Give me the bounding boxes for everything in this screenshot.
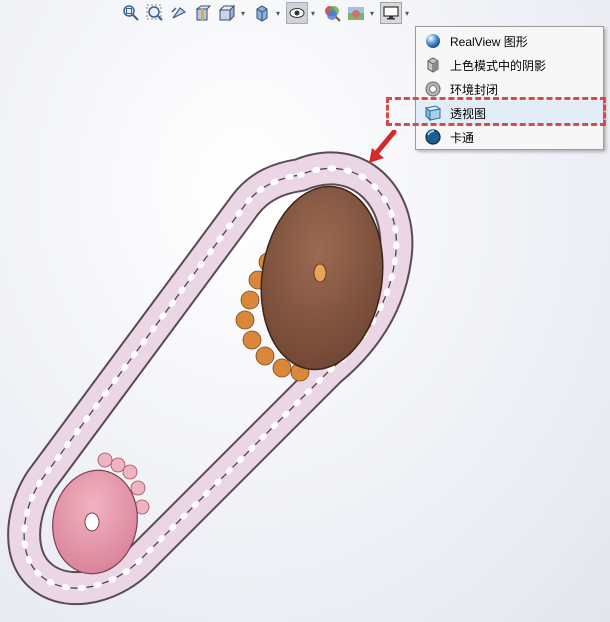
hide-show-dropdown-arrow[interactable]: ▾ (310, 9, 316, 18)
large-sprocket-hub (313, 263, 327, 283)
heads-up-view-toolbar: ▾ ▾ ▾ ▾ ▾ (120, 0, 460, 26)
apply-scene-icon (348, 7, 364, 20)
zoom-to-fit-icon (123, 5, 139, 21)
section-view-icon (195, 5, 212, 21)
small-sprocket-hub (84, 512, 100, 532)
ambient-occlusion-icon (424, 80, 442, 98)
section-view-button[interactable] (192, 2, 214, 24)
display-style-icon (256, 5, 268, 22)
display-style-button[interactable] (251, 2, 273, 24)
zoom-to-area-icon (146, 4, 163, 21)
perspective-highlight-box (386, 97, 606, 126)
edit-appearance-button[interactable] (321, 2, 343, 24)
apply-scene-button[interactable] (345, 2, 367, 24)
previous-view-button[interactable] (168, 2, 190, 24)
shadow-cube-icon (424, 56, 442, 74)
view-orientation-button[interactable] (216, 2, 238, 24)
previous-view-icon (171, 7, 187, 19)
display-style-dropdown-arrow[interactable]: ▾ (275, 9, 281, 18)
menu-item-label: 上色模式中的阴影 (450, 58, 547, 73)
menu-item-label: 卡通 (450, 130, 475, 145)
menu-item-realview[interactable]: RealView 图形 (416, 29, 603, 53)
red-pointer-arrow-icon (369, 130, 397, 163)
zoom-to-area-button[interactable] (144, 2, 166, 24)
view-settings-button[interactable] (380, 2, 402, 24)
edit-appearance-icon (325, 6, 341, 22)
menu-item-label: RealView 图形 (450, 34, 528, 49)
menu-item-label: 环境封闭 (450, 82, 499, 97)
view-settings-icon (383, 6, 399, 20)
view-orientation-dropdown-arrow[interactable]: ▾ (240, 9, 246, 18)
realview-sphere-icon (424, 32, 442, 50)
hide-show-items-button[interactable] (286, 2, 308, 24)
view-settings-dropdown-arrow[interactable]: ▾ (404, 9, 410, 18)
apply-scene-dropdown-arrow[interactable]: ▾ (369, 9, 375, 18)
cartoon-sphere-icon (424, 128, 442, 146)
view-orientation-icon (218, 4, 236, 22)
zoom-to-fit-button[interactable] (120, 2, 142, 24)
hide-show-items-icon (289, 8, 305, 18)
menu-item-shadows-in-shaded-mode[interactable]: 上色模式中的阴影 (416, 53, 603, 77)
view-settings-menu: RealView 图形 上色模式中的阴影 环境封闭 透视图 卡通 (415, 26, 604, 150)
menu-item-cartoon[interactable]: 卡通 (416, 125, 603, 149)
